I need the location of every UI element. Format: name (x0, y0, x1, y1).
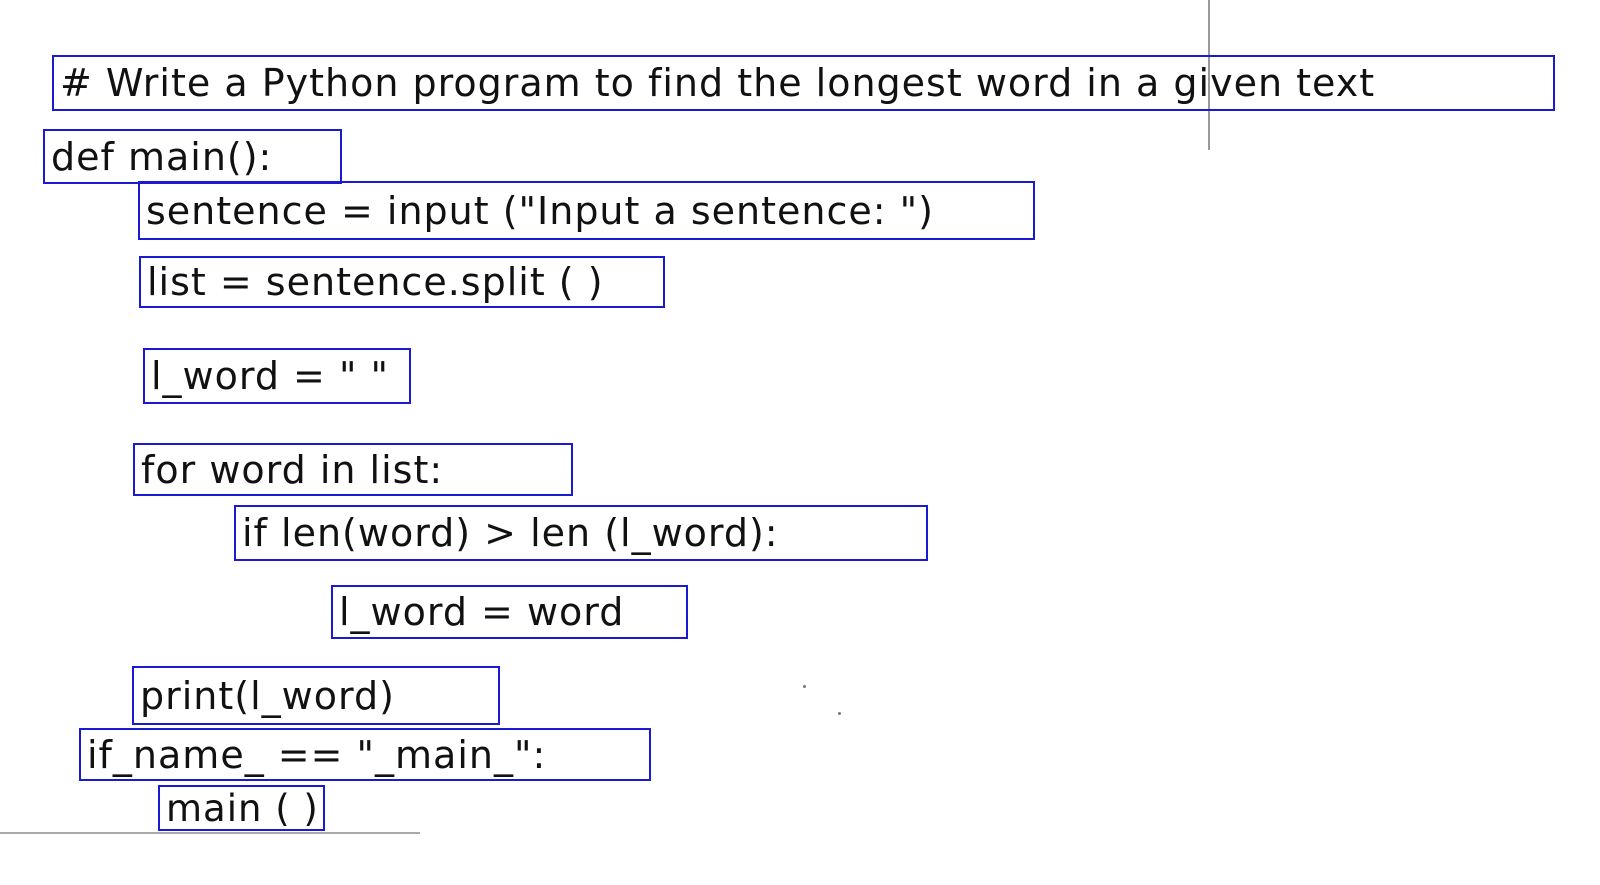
code-line-main-call: main ( ) (158, 785, 325, 831)
code-line-text: if_name_ == "_main_": (87, 732, 547, 777)
code-line-lword-assign: l_word = word (331, 585, 688, 639)
code-line-if-name-main: if_name_ == "_main_": (79, 728, 651, 781)
code-line-text: # Write a Python program to find the lon… (60, 61, 1376, 105)
ink-speck (803, 685, 806, 688)
code-line-sentence-input: sentence = input ("Input a sentence: ") (138, 181, 1035, 240)
handwritten-page: # Write a Python program to find the lon… (0, 0, 1600, 885)
page-bottom-rule (0, 832, 420, 834)
code-line-lword-init: l_word = " " (143, 348, 411, 404)
code-line-if-len: if len(word) > len (l_word): (234, 505, 928, 561)
code-line-text: print(l_word) (140, 673, 395, 718)
code-line-comment: # Write a Python program to find the lon… (52, 55, 1555, 111)
code-line-def-main: def main(): (43, 129, 342, 184)
code-line-text: sentence = input ("Input a sentence: ") (146, 188, 934, 233)
code-line-text: for word in list: (141, 447, 444, 492)
code-line-text: l_word = word (339, 590, 625, 634)
code-line-text: def main(): (51, 134, 273, 179)
code-line-list-split: list = sentence.split ( ) (139, 256, 665, 308)
code-line-text: main ( ) (166, 786, 319, 830)
ink-speck (838, 712, 841, 715)
code-line-for-loop: for word in list: (133, 443, 573, 496)
code-line-text: if len(word) > len (l_word): (242, 511, 779, 555)
code-line-text: l_word = " " (151, 354, 389, 398)
code-line-text: list = sentence.split ( ) (147, 260, 604, 304)
code-line-print: print(l_word) (132, 666, 500, 725)
